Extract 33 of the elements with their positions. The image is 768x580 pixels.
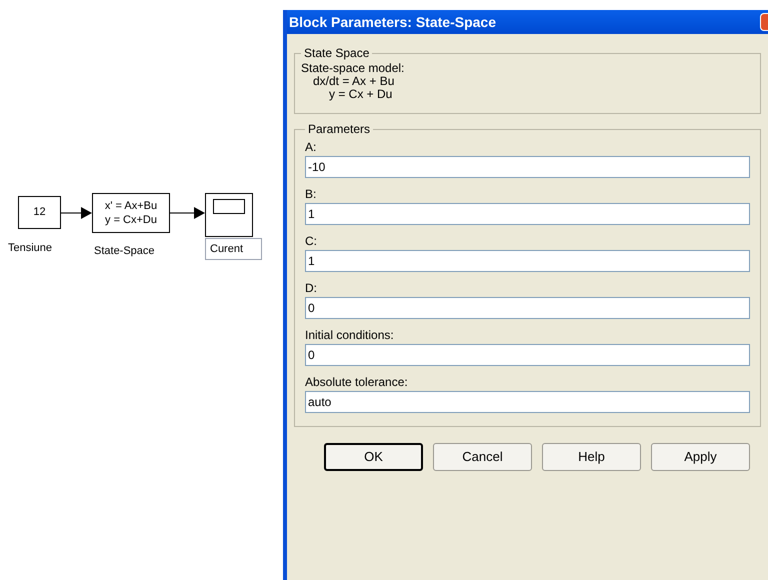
parameter-field[interactable]: auto [305, 391, 750, 413]
field-label: A: [305, 139, 318, 156]
description-text: State-space model: [301, 62, 406, 75]
field-label: D: [305, 280, 318, 297]
group-title: Parameters [307, 121, 372, 138]
signal-arrow [170, 206, 205, 220]
dialog-button[interactable]: Help [542, 443, 641, 471]
close-button[interactable] [760, 13, 768, 31]
block-label: State-Space [94, 244, 155, 259]
parameter-field[interactable]: 1 [305, 250, 750, 272]
dialog-button[interactable]: Apply [651, 443, 750, 471]
parameter-field[interactable]: -10 [305, 156, 750, 178]
field-label: Absolute tolerance: [305, 374, 409, 391]
equation-text: y = Cx+Du [105, 213, 157, 227]
parameter-field[interactable]: 0 [305, 344, 750, 366]
dialog-button[interactable]: Cancel [433, 443, 532, 471]
dialog-button[interactable]: OK [324, 443, 423, 471]
field-label: C: [305, 233, 318, 250]
description-text: dx/dt = Ax + Bu [313, 75, 396, 88]
scope-block[interactable] [205, 193, 253, 237]
constant-block[interactable]: 12 [18, 196, 61, 229]
equation-text: x' = Ax+Bu [104, 199, 158, 213]
field-label: Initial conditions: [305, 327, 395, 344]
field-label: B: [305, 186, 318, 203]
state-space-block[interactable]: x' = Ax+Bu y = Cx+Du [92, 193, 170, 233]
signal-arrow [61, 206, 92, 220]
window-title: Block Parameters: State-Space [289, 12, 496, 32]
block-label: Curent [205, 238, 262, 260]
block-label: Tensiune [8, 241, 52, 256]
group-title: State Space [303, 45, 370, 62]
description-text: y = Cx + Du [328, 88, 394, 101]
parameter-field[interactable]: 1 [305, 203, 750, 225]
parameter-field[interactable]: 0 [305, 297, 750, 319]
